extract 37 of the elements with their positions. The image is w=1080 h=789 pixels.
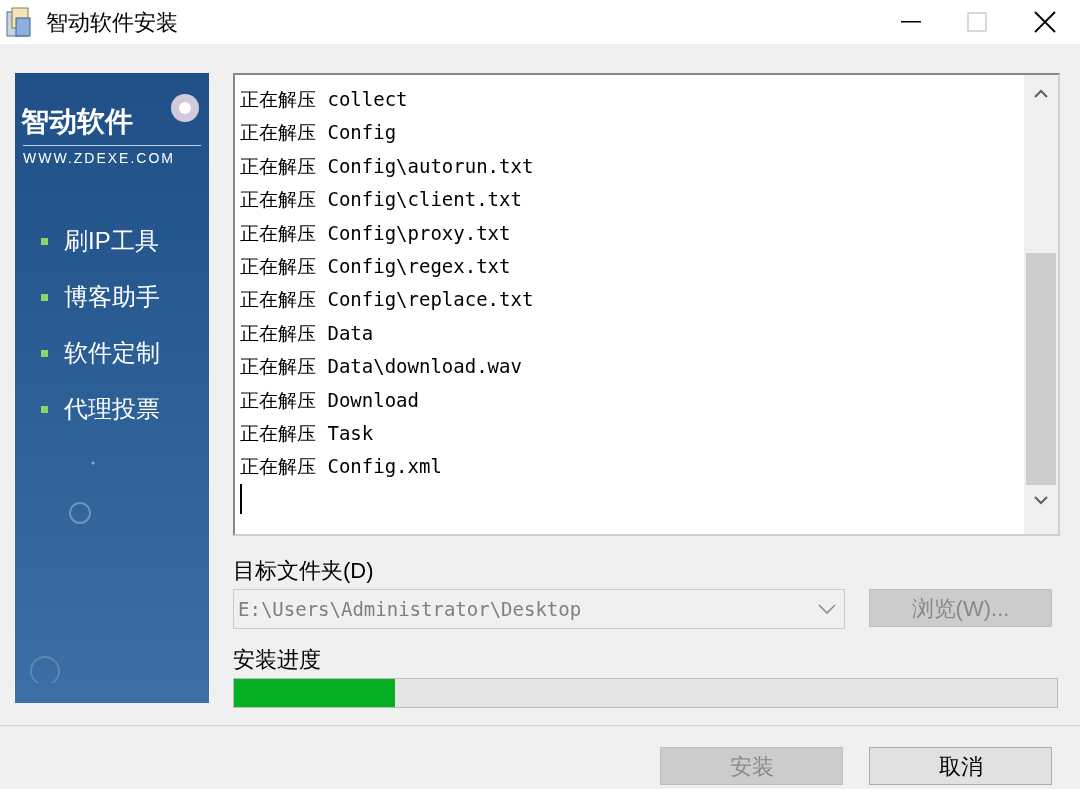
installer-icon [4, 6, 34, 38]
minimize-icon [901, 21, 921, 23]
scroll-down-icon[interactable] [1034, 495, 1048, 505]
folder-path: E:\Users\Administrator\Desktop [237, 596, 583, 622]
scroll-thumb[interactable] [1026, 253, 1056, 485]
log-line: 正在解压 Config\regex.txt [240, 253, 512, 279]
progress-label: 安装进度 [233, 646, 322, 674]
window-title: 智动软件安装 [46, 8, 178, 37]
log-line: 正在解压 Download [240, 387, 420, 413]
bullet-icon [41, 237, 48, 245]
bullet-icon [41, 405, 48, 413]
sidebar-link[interactable]: 刷IP工具 [64, 223, 159, 259]
log-line: 正在解压 Task [240, 420, 375, 446]
folder-label: 目标文件夹(D) [233, 557, 375, 585]
scroll-up-icon[interactable] [1034, 89, 1048, 99]
close-icon [1034, 11, 1056, 33]
log-line: 正在解压 Data [240, 320, 375, 346]
log-line: 正在解压 Config\replace.txt [240, 287, 535, 313]
bullet-icon [41, 349, 48, 357]
log-line: 正在解压 collect [240, 87, 409, 112]
log-line: 正在解压 Config [240, 120, 398, 146]
maximize-icon [967, 12, 987, 32]
sidebar-link[interactable]: 软件定制 [64, 335, 160, 371]
sidebar-link[interactable]: 代理投票 [64, 391, 160, 427]
log-line: 正在解压 Config\client.txt [240, 187, 523, 213]
logo-text: 智动软件 [21, 105, 134, 139]
scrollbar[interactable] [1024, 75, 1058, 534]
log-line: 正在解压 Config.xml [240, 454, 443, 480]
log-line: 正在解压 Data\download.wav [240, 354, 523, 380]
text-cursor [240, 483, 242, 514]
sidebar-link[interactable]: 博客助手 [64, 279, 160, 315]
log-line: 正在解压 Config\proxy.txt [240, 220, 512, 246]
cancel-button[interactable]: 取消 [869, 747, 1052, 785]
bullet-icon [41, 293, 48, 301]
log-text-area[interactable] [233, 73, 1060, 536]
log-line: 正在解压 Config\autorun.txt [240, 153, 535, 179]
website-url: WWW.ZDEXE.COM [23, 145, 201, 169]
